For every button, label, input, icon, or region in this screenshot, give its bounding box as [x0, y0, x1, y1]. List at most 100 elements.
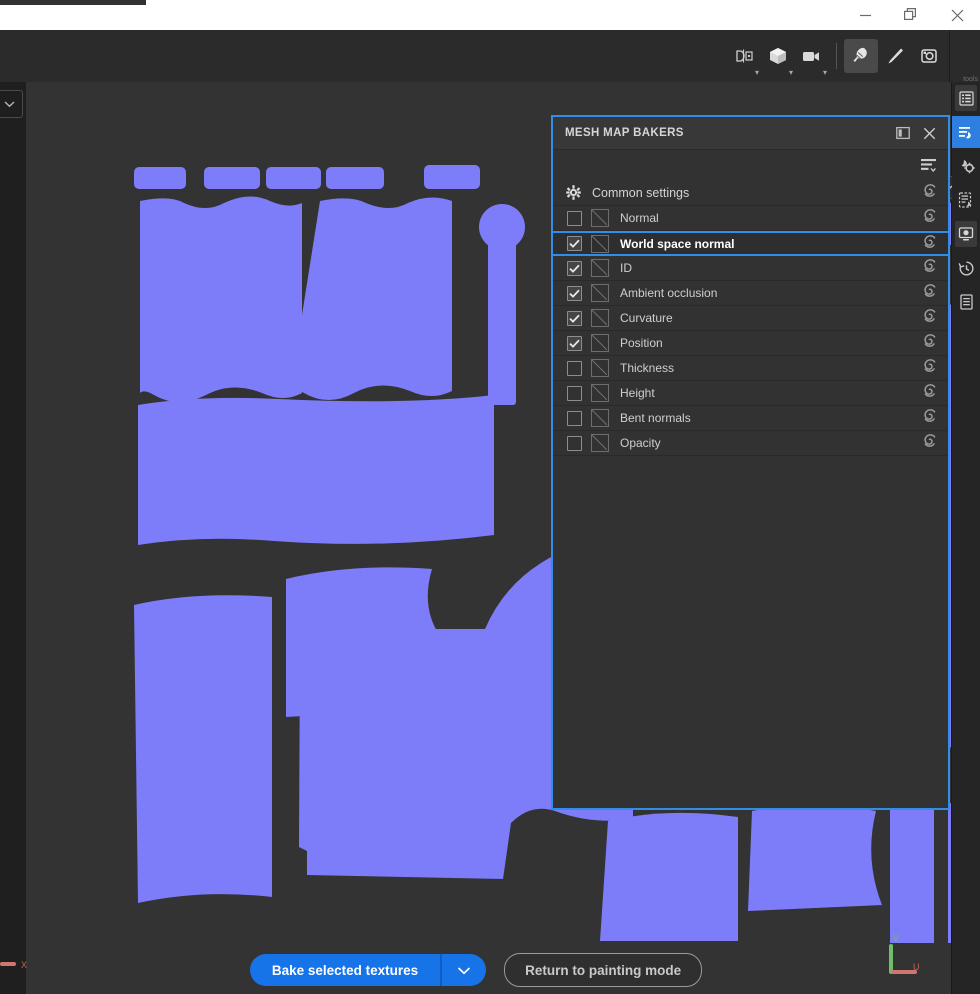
return-to-painting-mode-button[interactable]: Return to painting mode	[504, 953, 703, 987]
swirl-icon[interactable]	[922, 283, 938, 304]
swirl-icon[interactable]	[922, 408, 938, 429]
baker-row-height[interactable]: Height	[553, 381, 948, 406]
baker-row-checkbox[interactable]	[567, 335, 582, 351]
baker-map-thumbnail	[591, 384, 609, 402]
right-icon-rail	[951, 82, 980, 994]
baker-map-thumbnail	[591, 334, 609, 352]
baker-map-thumbnail	[591, 284, 609, 302]
chevron-down-icon	[458, 966, 471, 974]
baker-row-label: World space normal	[620, 236, 735, 251]
mesh-map-bakers-panel: MESH MAP BAKERS Common settings Normal W…	[551, 115, 950, 810]
window-controls	[842, 0, 980, 30]
baker-map-thumbnail	[591, 359, 609, 377]
baker-row-label: Bent normals	[620, 411, 691, 425]
x-axis-gizmo: X	[0, 960, 27, 970]
u-axis-label: U	[913, 962, 920, 972]
baker-row-curvature[interactable]: Curvature	[553, 306, 948, 331]
cube-3d-icon[interactable]: ▾	[761, 39, 795, 77]
baker-row-bent-normals[interactable]: Bent normals	[553, 406, 948, 431]
chevron-down-icon[interactable]: ▾	[823, 69, 827, 77]
bake-options-dropdown-button[interactable]	[440, 954, 487, 986]
bake-mesh-maps-icon[interactable]	[844, 39, 878, 73]
x-axis-label: X	[21, 960, 27, 970]
photo-snapshot-icon[interactable]	[912, 39, 946, 73]
application-toolbar: ▾ ▾ ▾	[0, 30, 980, 83]
v-axis-label: V	[893, 933, 899, 943]
baker-row-label: Curvature	[620, 311, 673, 325]
uv-tile-icon[interactable]: ▾	[727, 39, 761, 77]
baker-row-label: Height	[620, 386, 655, 400]
restore-button[interactable]	[888, 0, 934, 30]
swirl-icon[interactable]	[922, 333, 938, 354]
baker-row-id[interactable]: ID	[553, 256, 948, 281]
viewport-left-gutter	[0, 82, 26, 994]
baker-row-label: Thickness	[620, 361, 675, 375]
swirl-icon[interactable]	[922, 258, 938, 279]
swirl-icon[interactable]	[922, 182, 938, 203]
baker-row-ambient-occlusion[interactable]: Ambient occlusion	[553, 281, 948, 306]
baker-map-thumbnail	[591, 434, 609, 452]
baker-row-checkbox[interactable]	[567, 260, 582, 276]
panel-header: MESH MAP BAKERS	[553, 117, 948, 150]
toolbar-right-edge: tools	[949, 30, 980, 83]
bake-button-group: Bake selected textures	[249, 954, 487, 986]
baker-row-checkbox[interactable]	[567, 410, 582, 426]
baker-row-checkbox[interactable]	[567, 435, 582, 451]
swirl-icon[interactable]	[922, 308, 938, 329]
shader-settings-icon[interactable]	[952, 150, 980, 182]
close-icon[interactable]	[916, 120, 942, 146]
swirl-icon[interactable]	[922, 433, 938, 454]
viewport-menu-chevron-down-icon[interactable]	[0, 90, 23, 118]
baker-row-world-space-normal[interactable]: World space normal	[553, 231, 948, 256]
common-settings-label: Common settings	[592, 185, 690, 200]
baker-row-label: Position	[620, 336, 663, 350]
swirl-icon[interactable]	[922, 208, 938, 229]
gear-icon	[566, 185, 581, 200]
layers-icon[interactable]	[952, 82, 980, 114]
baker-row-label: Ambient occlusion	[620, 286, 718, 300]
history-icon[interactable]	[952, 252, 980, 284]
baker-row-label: ID	[620, 261, 632, 275]
baker-row-checkbox[interactable]	[567, 236, 582, 251]
close-button[interactable]	[934, 0, 980, 30]
panel-toolbar	[553, 150, 948, 180]
paint-brush-icon[interactable]	[878, 39, 912, 73]
texture-set-list-icon[interactable]	[952, 184, 980, 216]
baker-map-thumbnail	[591, 409, 609, 427]
dock-panel-icon[interactable]	[890, 120, 916, 146]
baker-row-label: Opacity	[620, 436, 661, 450]
uv-axis-gizmo: V U	[889, 933, 920, 974]
baker-list: Common settings Normal World space norma…	[553, 180, 948, 456]
camera-video-icon[interactable]: ▾	[795, 39, 829, 77]
bake-selected-textures-button[interactable]: Bake selected textures	[249, 954, 441, 986]
baker-row-checkbox[interactable]	[567, 285, 582, 301]
baker-row-checkbox[interactable]	[567, 360, 582, 376]
baker-row-checkbox[interactable]	[567, 210, 582, 226]
baker-row-label: Normal	[620, 211, 659, 225]
baker-map-thumbnail	[591, 259, 609, 277]
baker-row-position[interactable]: Position	[553, 331, 948, 356]
toolbar-mode-buttons: ▾ ▾ ▾	[727, 30, 946, 82]
toolbar-divider	[836, 43, 837, 69]
baker-row-checkbox[interactable]	[567, 310, 582, 326]
baker-options-menu-icon[interactable]	[920, 157, 938, 173]
baker-row-thickness[interactable]: Thickness	[553, 356, 948, 381]
baker-row-normal[interactable]: Normal	[553, 206, 948, 231]
swirl-icon[interactable]	[922, 358, 938, 379]
common-settings-row[interactable]: Common settings	[553, 180, 948, 206]
panel-title: MESH MAP BAKERS	[565, 127, 684, 139]
swirl-icon[interactable]	[922, 233, 938, 254]
baker-rows-host: Normal World space normal ID Ambient occ…	[553, 206, 948, 456]
display-settings-icon[interactable]	[952, 218, 980, 250]
chevron-down-icon[interactable]: ▾	[755, 69, 759, 77]
minimize-button[interactable]	[842, 0, 888, 30]
baker-map-thumbnail	[591, 234, 609, 253]
baker-map-thumbnail	[591, 309, 609, 327]
baker-row-checkbox[interactable]	[567, 385, 582, 401]
title-tab-stub	[0, 0, 146, 5]
baker-row-opacity[interactable]: Opacity	[553, 431, 948, 456]
swirl-icon[interactable]	[922, 383, 938, 404]
texture-set-settings-icon[interactable]	[952, 116, 980, 148]
chevron-down-icon[interactable]: ▾	[789, 69, 793, 77]
log-icon[interactable]	[952, 286, 980, 318]
